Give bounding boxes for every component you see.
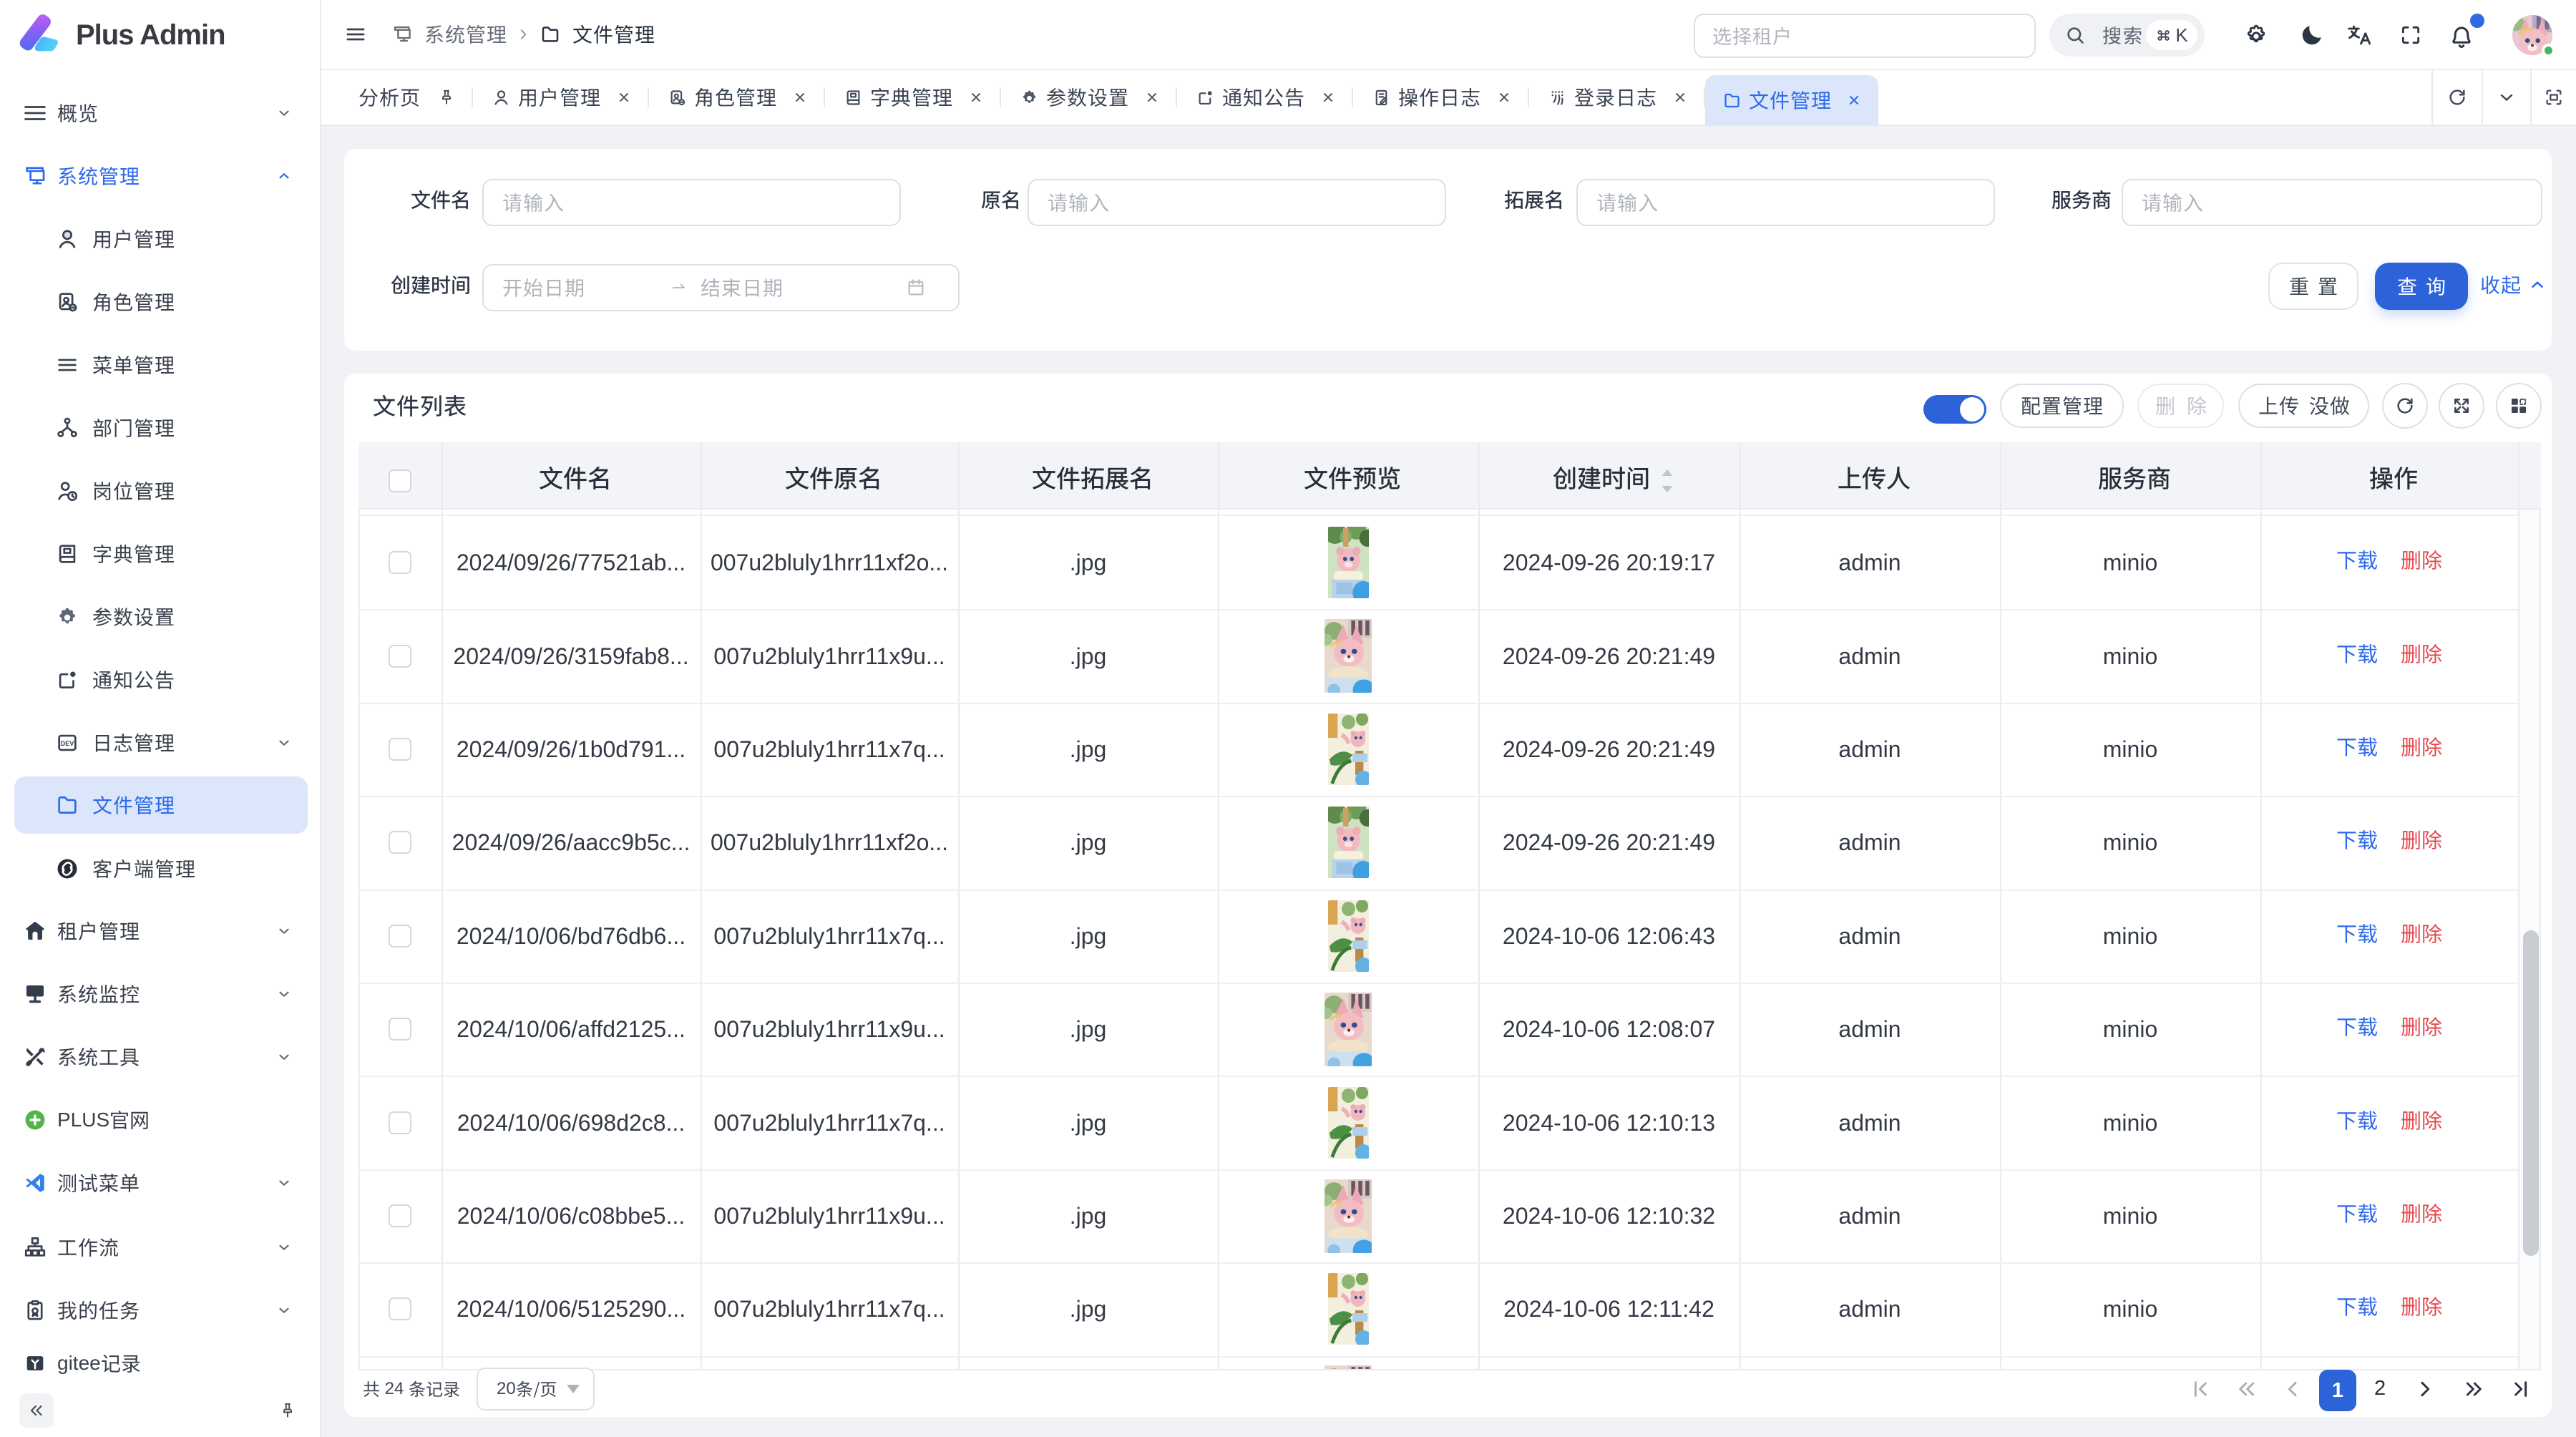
svg-text:DEV: DEV (61, 740, 75, 747)
